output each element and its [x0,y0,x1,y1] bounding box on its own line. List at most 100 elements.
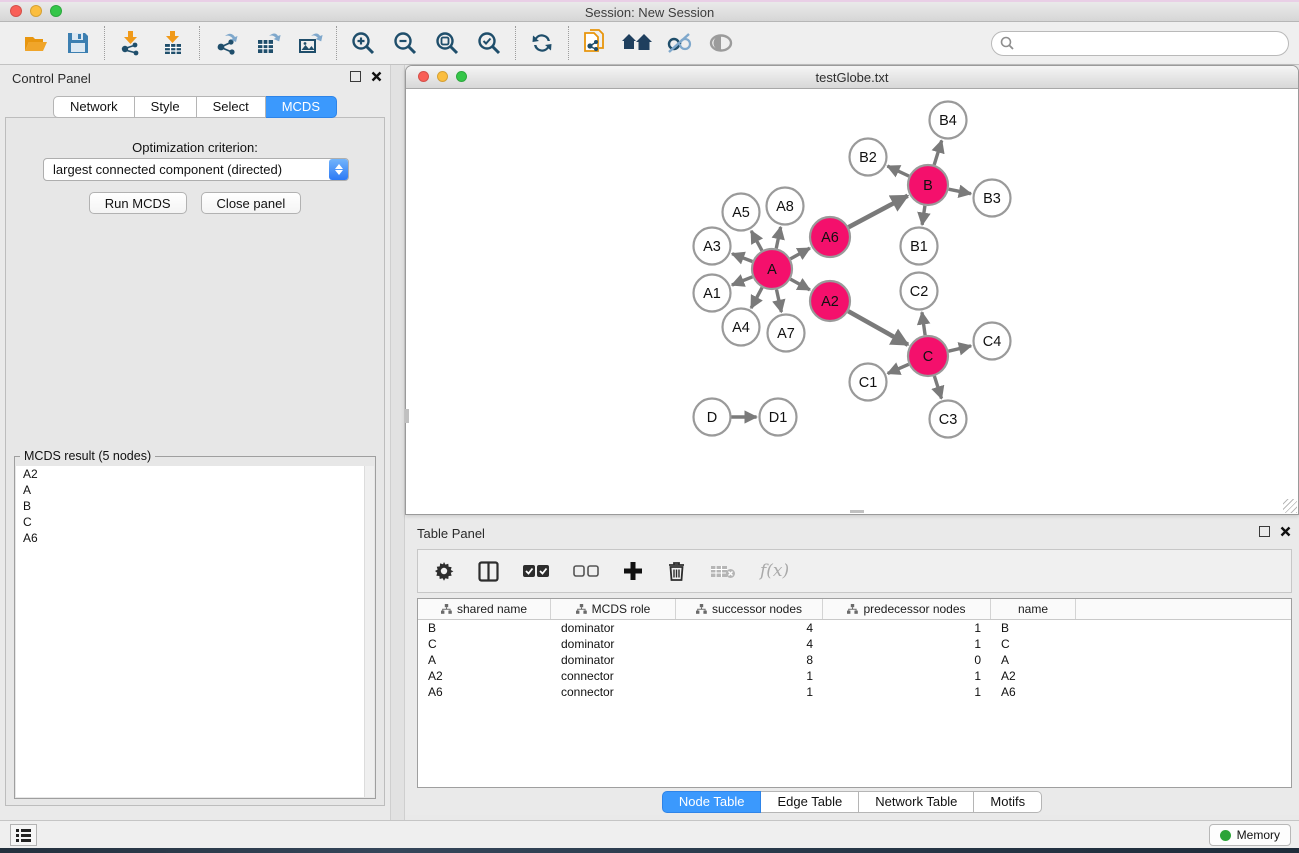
result-item-a6[interactable]: A6 [16,530,374,546]
maximize-window-icon[interactable] [50,5,62,17]
graph-edge-A2-C[interactable] [848,311,908,344]
mcds-result-title: MCDS result (5 nodes) [20,449,155,463]
panel-divider[interactable] [390,65,405,820]
tab-node-table[interactable]: Node Table [662,791,762,813]
graph-edge-A-A7[interactable] [776,290,781,312]
tab-edge-table[interactable]: Edge Table [761,791,859,813]
close-panel-button[interactable]: Close panel [201,192,302,214]
deselect-all-button[interactable] [573,565,599,578]
export-image-button[interactable] [294,27,326,59]
graph-edge-B-B3[interactable] [949,189,971,194]
column-header-name[interactable]: name [991,599,1076,619]
cell-name: B [991,621,1076,635]
function-builder-button[interactable]: f(x) [760,561,789,581]
apply-layout-button[interactable] [526,27,558,59]
graph-edge-B-B4[interactable] [934,141,942,165]
graph-edge-A-A5[interactable] [751,231,762,251]
column-header-successor-nodes[interactable]: successor nodes [676,599,823,619]
delete-table-button[interactable] [710,563,736,579]
close-panel-icon[interactable] [371,71,382,82]
float-panel-icon[interactable] [350,71,361,82]
graph-edge-A-A1[interactable] [732,277,753,285]
close-table-panel-icon[interactable] [1280,526,1291,537]
table-row-a6[interactable]: A6connector11A6 [418,684,1291,700]
column-header-MCDS-role[interactable]: MCDS role [551,599,676,619]
import-table-button[interactable] [157,27,189,59]
tab-network[interactable]: Network [53,96,135,118]
network-maximize-icon[interactable] [456,71,467,82]
graph-edge-B-B1[interactable] [922,206,925,225]
table-row-b[interactable]: Bdominator41B [418,620,1291,636]
save-session-button[interactable] [62,27,94,59]
close-window-icon[interactable] [10,5,22,17]
memory-button[interactable]: Memory [1209,824,1291,846]
graph-edge-A-A4[interactable] [751,288,762,309]
tab-motifs[interactable]: Motifs [974,791,1042,813]
run-mcds-button[interactable]: Run MCDS [89,192,187,214]
search-input[interactable] [1018,36,1280,51]
tab-style[interactable]: Style [135,96,197,118]
control-panel-tabs: NetworkStyleSelectMCDS [0,96,390,118]
graph-edge-C-C2[interactable] [922,312,925,335]
result-item-c[interactable]: C [16,514,374,530]
table-row-c[interactable]: Cdominator41C [418,636,1291,652]
export-table-button[interactable] [252,27,284,59]
open-file-button[interactable] [20,27,52,59]
zoom-fit-button[interactable] [431,27,463,59]
delete-column-button[interactable] [667,560,686,582]
resize-grip[interactable] [1283,499,1297,513]
tab-mcds[interactable]: MCDS [266,96,337,118]
task-history-button[interactable] [10,824,37,846]
select-all-button[interactable] [523,565,549,578]
result-item-a[interactable]: A [16,482,374,498]
zoom-in-button[interactable] [347,27,379,59]
network-close-icon[interactable] [418,71,429,82]
network-minimize-icon[interactable] [437,71,448,82]
import-network-button[interactable] [115,27,147,59]
table-settings-button[interactable] [434,561,454,581]
table-row-a[interactable]: Adominator80A [418,652,1291,668]
column-header-predecessor-nodes[interactable]: predecessor nodes [823,599,991,619]
tab-select[interactable]: Select [197,96,266,118]
graph-node-label-D1: D1 [769,410,788,426]
graph-edge-C-C1[interactable] [888,364,909,373]
eye-icon [707,32,735,54]
clone-network-button[interactable] [579,27,611,59]
show-eye-button[interactable] [705,27,737,59]
graph-edge-C-C4[interactable] [948,346,971,351]
result-list-scrollbar[interactable] [364,466,374,797]
optimization-criterion-dropdown[interactable]: largest connected component (directed) [43,158,349,181]
add-column-button[interactable] [623,561,643,581]
cell-shared-name: B [418,621,551,635]
home-button[interactable] [621,27,653,59]
control-panel: Control Panel NetworkStyleSelectMCDS Opt… [0,65,390,820]
graph-edge-B-B2[interactable] [887,166,908,176]
result-item-b[interactable]: B [16,498,374,514]
table-row-a2[interactable]: A2connector11A2 [418,668,1291,684]
zoom-out-icon [392,30,419,57]
result-item-a2[interactable]: A2 [16,466,374,482]
export-network-button[interactable] [210,27,242,59]
graph-edge-A-A8[interactable] [776,227,780,248]
minimize-window-icon[interactable] [30,5,42,17]
network-window-titlebar[interactable]: testGlobe.txt [406,66,1298,89]
graph-edge-A6-B[interactable] [849,196,908,227]
canvas-h-scrollbar[interactable] [850,510,864,513]
column-header-shared-name[interactable]: shared name [418,599,551,619]
graph-edge-A-A3[interactable] [732,254,752,262]
graph-edge-A-A6[interactable] [790,248,809,259]
graph-node-label-C2: C2 [910,284,929,300]
graph-edge-C-C3[interactable] [934,376,941,398]
hide-glasses-button[interactable] [663,27,695,59]
zoom-out-button[interactable] [389,27,421,59]
canvas-v-scrollbar[interactable] [405,409,409,423]
zoom-in-icon [350,30,377,57]
graph-edge-A-A2[interactable] [790,279,809,290]
show-columns-button[interactable] [478,561,499,582]
float-table-panel-icon[interactable] [1259,526,1270,537]
tab-network-table[interactable]: Network Table [859,791,974,813]
table-panel: Table Panel [405,520,1299,815]
network-canvas[interactable]: AA1A2A3A4A5A6A7A8BB1B2B3B4CC1C2C3C4DD1 [407,90,1297,513]
search-field[interactable] [991,31,1289,56]
zoom-selected-button[interactable] [473,27,505,59]
